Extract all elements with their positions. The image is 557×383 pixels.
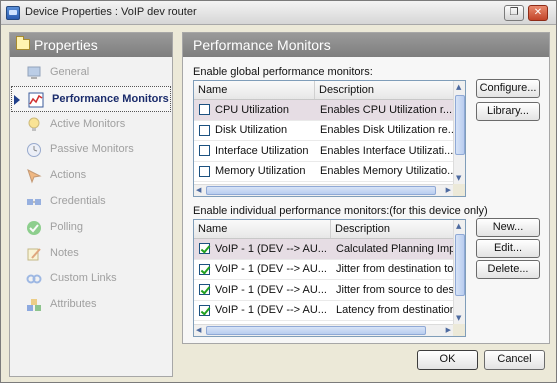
actions-arrow-icon	[27, 169, 42, 184]
global-monitors-label: Enable global performance monitors:	[193, 66, 373, 78]
scroll-thumb[interactable]	[206, 186, 436, 195]
scroll-up-arrow-icon[interactable]: ▲	[456, 83, 461, 91]
edit-button[interactable]: Edit...	[476, 239, 540, 258]
sidebar-item-credentials[interactable]: Credentials	[10, 189, 172, 215]
credentials-icon	[27, 198, 41, 205]
scroll-down-arrow-icon[interactable]: ▼	[456, 174, 461, 182]
scroll-up-arrow-icon[interactable]: ▲	[456, 222, 461, 230]
performance-monitors-panel: Performance Monitors Enable global perfo…	[182, 32, 550, 344]
sidebar-item-custom-links[interactable]: Custom Links	[10, 266, 172, 292]
selected-arrow-icon	[14, 94, 20, 105]
maximize-button[interactable]: ❐	[504, 5, 524, 21]
notes-pencil-icon	[27, 247, 41, 261]
polling-check-icon	[27, 220, 41, 235]
scroll-corner	[453, 324, 465, 336]
horizontal-scrollbar[interactable]: ◀ ▶	[194, 184, 453, 196]
scroll-thumb[interactable]	[206, 326, 426, 335]
sidebar-header: Properties	[10, 33, 172, 57]
folder-icon	[16, 36, 30, 50]
sidebar-title: Properties	[34, 37, 98, 53]
list-item[interactable]: VoIP - 1 (DEV --> AU... Latency from des…	[194, 301, 465, 321]
configure-button[interactable]: Configure...	[476, 79, 540, 98]
column-header-name[interactable]: Name	[194, 220, 331, 238]
cancel-button[interactable]: Cancel	[484, 350, 545, 370]
computer-icon	[27, 66, 41, 79]
vertical-scrollbar[interactable]: ▲ ▼	[453, 220, 465, 324]
sidebar-item-polling[interactable]: Polling	[10, 215, 172, 241]
list-item[interactable]: CPU Utilization Enables CPU Utilization …	[194, 100, 465, 121]
sidebar-item-attributes[interactable]: Attributes	[10, 292, 172, 318]
close-button[interactable]: ✕	[528, 5, 548, 21]
individual-monitors-list[interactable]: Name Description VoIP - 1 (DEV --> AU...…	[193, 219, 466, 337]
ok-button[interactable]: OK	[417, 350, 478, 370]
column-header-description[interactable]: Description	[315, 81, 455, 99]
title-bar: Device Properties : VoIP dev router ❐ ✕	[1, 1, 556, 25]
individual-list-header: Name Description	[194, 220, 465, 239]
sidebar-item-performance-monitors[interactable]: Performance Monitors	[11, 85, 171, 112]
new-button[interactable]: New...	[476, 218, 540, 237]
checkbox[interactable]	[199, 104, 210, 116]
window-title: Device Properties : VoIP dev router	[25, 6, 197, 18]
scroll-left-arrow-icon[interactable]: ◀	[196, 326, 201, 334]
custom-links-icon	[26, 274, 42, 284]
scroll-down-arrow-icon[interactable]: ▼	[456, 314, 461, 322]
list-item[interactable]: Disk Utilization Enables Disk Utilizatio…	[194, 121, 465, 141]
list-item[interactable]: Interface Utilization Enables Interface …	[194, 141, 465, 162]
column-header-description[interactable]: Description	[331, 220, 455, 238]
list-item[interactable]: VoIP - 1 (DEV --> AU... Jitter from dest…	[194, 260, 465, 280]
global-list-header: Name Description	[194, 81, 465, 100]
checkbox[interactable]	[199, 284, 210, 296]
performance-chart-icon	[28, 92, 44, 108]
scroll-thumb[interactable]	[455, 95, 465, 155]
clock-icon	[27, 143, 41, 158]
individual-monitors-label: Enable individual performance monitors:(…	[193, 205, 488, 217]
checkbox[interactable]	[199, 263, 210, 275]
individual-list-body: VoIP - 1 (DEV --> AU... Calculated Plann…	[194, 239, 465, 321]
attributes-cubes-icon	[27, 299, 41, 312]
list-item[interactable]: Memory Utilization Enables Memory Utiliz…	[194, 162, 465, 182]
app-icon	[6, 6, 20, 20]
checkbox[interactable]	[199, 124, 210, 136]
checkbox[interactable]	[199, 304, 210, 316]
scroll-left-arrow-icon[interactable]: ◀	[196, 186, 201, 194]
global-monitors-list[interactable]: Name Description CPU Utilization Enables…	[193, 80, 466, 197]
sidebar-item-notes[interactable]: Notes	[10, 241, 172, 267]
sidebar-item-passive-monitors[interactable]: Passive Monitors	[10, 137, 172, 163]
sidebar-list: General Performance Monitors Active Moni…	[10, 57, 172, 318]
library-button[interactable]: Library...	[476, 102, 540, 121]
device-properties-window: Device Properties : VoIP dev router ❐ ✕ …	[0, 0, 557, 383]
horizontal-scrollbar[interactable]: ◀ ▶	[194, 324, 453, 336]
panel-title: Performance Monitors	[183, 33, 549, 57]
delete-button[interactable]: Delete...	[476, 260, 540, 279]
checkbox[interactable]	[199, 165, 210, 177]
global-list-body: CPU Utilization Enables CPU Utilization …	[194, 100, 465, 182]
checkbox[interactable]	[199, 243, 210, 255]
sidebar-item-actions[interactable]: Actions	[10, 163, 172, 189]
sidebar-item-active-monitors[interactable]: Active Monitors	[10, 112, 172, 138]
list-item[interactable]: VoIP - 1 (DEV --> AU... Jitter from sour…	[194, 280, 465, 301]
scroll-right-arrow-icon[interactable]: ▶	[446, 186, 451, 194]
checkbox[interactable]	[199, 145, 210, 157]
scroll-right-arrow-icon[interactable]: ▶	[446, 326, 451, 334]
sidebar-item-general[interactable]: General	[10, 60, 172, 86]
vertical-scrollbar[interactable]: ▲ ▼	[453, 81, 465, 184]
lightbulb-icon	[28, 117, 40, 131]
scroll-thumb[interactable]	[455, 234, 465, 296]
properties-sidebar: Properties General Performance Monitors …	[9, 32, 173, 377]
scroll-corner	[453, 184, 465, 196]
column-header-name[interactable]: Name	[194, 81, 315, 99]
list-item[interactable]: VoIP - 1 (DEV --> AU... Calculated Plann…	[194, 239, 465, 260]
